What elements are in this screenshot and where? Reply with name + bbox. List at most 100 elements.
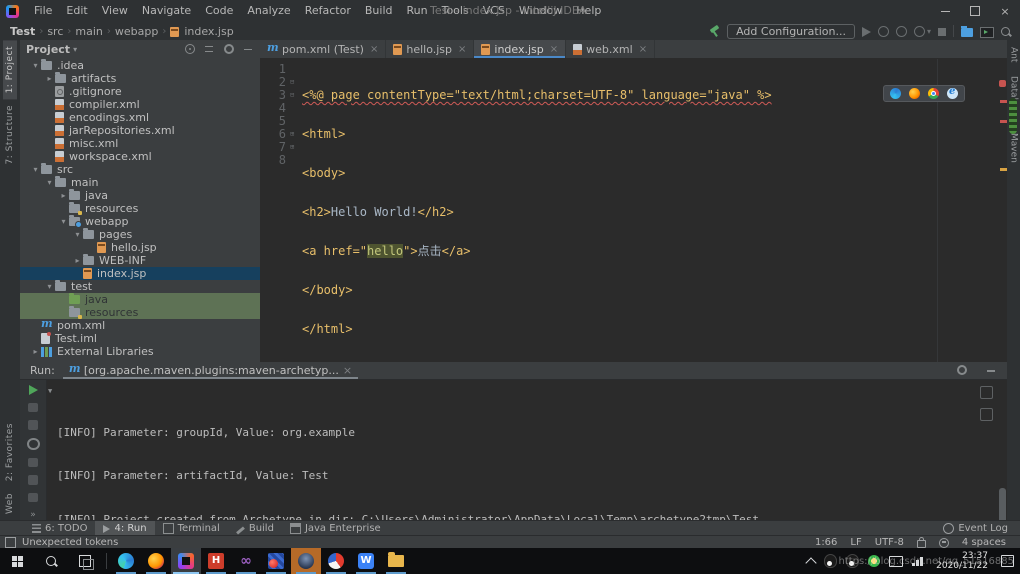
file-encoding[interactable]: UTF-8 bbox=[875, 537, 904, 548]
close-tab-icon[interactable]: × bbox=[639, 44, 647, 55]
tree-item-java[interactable]: ▸ java bbox=[20, 189, 260, 202]
chrome-icon[interactable] bbox=[928, 88, 939, 99]
tool-button-favorites[interactable]: 2: Favorites bbox=[3, 417, 17, 487]
run-anything-icon[interactable] bbox=[980, 26, 994, 38]
menu-navigate[interactable]: Navigate bbox=[135, 0, 198, 22]
warning-mark[interactable] bbox=[1000, 168, 1007, 171]
taskbar-wps[interactable]: W bbox=[351, 548, 381, 574]
taskbar-firefox[interactable] bbox=[141, 548, 171, 574]
tree-item-webapp[interactable]: ▾ webapp bbox=[20, 215, 260, 228]
taskbar-file-explorer[interactable] bbox=[381, 548, 411, 574]
java-enterprise-toolwindow-button[interactable]: Java Enterprise bbox=[282, 521, 389, 536]
expand-arrow[interactable]: ▾ bbox=[58, 217, 69, 226]
expand-arrow[interactable]: ▾ bbox=[30, 165, 41, 174]
tree-item-jarrepositories-xml[interactable]: jarRepositories.xml bbox=[20, 124, 260, 137]
run-button[interactable] bbox=[861, 26, 871, 37]
expand-arrow[interactable]: ▾ bbox=[44, 282, 55, 291]
taskbar-game-app[interactable] bbox=[261, 548, 291, 574]
todo-toolwindow-button[interactable]: 6: TODO bbox=[24, 521, 95, 536]
tab-pom-xml[interactable]: pom.xml (Test)× bbox=[260, 40, 387, 58]
toolwindow-toggle-icon[interactable] bbox=[5, 537, 16, 548]
firefox-icon[interactable] bbox=[909, 88, 920, 99]
tree-item-pom-xml[interactable]: pom.xml bbox=[20, 317, 260, 332]
expand-arrow[interactable]: ▾ bbox=[44, 178, 55, 187]
tree-item-misc-xml[interactable]: misc.xml bbox=[20, 137, 260, 150]
tree-item-index-jsp[interactable]: index.jsp bbox=[20, 267, 260, 280]
expand-arrow[interactable]: ▸ bbox=[30, 347, 41, 356]
tree-item-main[interactable]: ▾ main bbox=[20, 176, 260, 189]
hide-panel-icon[interactable] bbox=[986, 365, 997, 376]
tree-item-external-libraries[interactable]: ▸ External Libraries bbox=[20, 345, 260, 358]
expand-arrow[interactable]: ▸ bbox=[72, 256, 83, 265]
tree-item-gitignore[interactable]: .gitignore bbox=[20, 85, 260, 98]
menu-edit[interactable]: Edit bbox=[59, 0, 94, 22]
breadcrumb-main[interactable]: main bbox=[73, 25, 104, 38]
error-stripe[interactable] bbox=[999, 78, 1007, 362]
error-mark[interactable] bbox=[1000, 120, 1007, 123]
edge-icon[interactable] bbox=[890, 88, 901, 99]
tree-item-artifacts[interactable]: ▸ artifacts bbox=[20, 72, 260, 85]
tool-button-web[interactable]: Web bbox=[3, 487, 17, 520]
taskbar-visual-studio[interactable]: ∞ bbox=[231, 548, 261, 574]
taskbar-edge[interactable] bbox=[111, 548, 141, 574]
close-tab-icon[interactable]: × bbox=[458, 44, 466, 55]
dump-icon[interactable] bbox=[28, 458, 38, 468]
tree-item-src[interactable]: ▾ src bbox=[20, 163, 260, 176]
run-console-output[interactable]: ▼ [INFO] Parameter: groupId, Value: org.… bbox=[47, 380, 1007, 520]
code-editor[interactable]: 1234 5678 ⊟ ⊟ ⊞ ⊞ <%@ page contentType="tex… bbox=[260, 59, 1007, 362]
display-icon[interactable] bbox=[889, 555, 904, 567]
menu-code[interactable]: Code bbox=[198, 0, 240, 22]
tree-item-encodings-xml[interactable]: encodings.xml bbox=[20, 111, 260, 124]
close-tab-icon[interactable]: × bbox=[550, 44, 558, 55]
profiler-button[interactable]: ▾ bbox=[913, 25, 931, 37]
taskbar-avatar-app[interactable] bbox=[291, 548, 321, 574]
task-view-button[interactable] bbox=[68, 548, 102, 574]
event-log-button[interactable]: Event Log bbox=[943, 523, 1020, 534]
breadcrumb-src[interactable]: src bbox=[45, 25, 65, 38]
menu-view[interactable]: View bbox=[95, 0, 135, 22]
expand-arrow[interactable]: ▸ bbox=[58, 191, 69, 200]
restore-layout-icon[interactable] bbox=[28, 475, 38, 485]
search-everywhere-icon[interactable] bbox=[1001, 27, 1010, 36]
menu-file[interactable]: File bbox=[27, 0, 59, 22]
tree-item-hello-jsp[interactable]: hello.jsp bbox=[20, 241, 260, 254]
stop-button[interactable] bbox=[938, 28, 946, 36]
tree-item-idea[interactable]: ▾ .idea bbox=[20, 59, 260, 72]
tool-button-ant[interactable]: Ant bbox=[1008, 40, 1020, 69]
add-configuration-button[interactable]: Add Configuration... bbox=[727, 23, 855, 39]
close-tab-icon[interactable]: × bbox=[370, 44, 378, 55]
more-icon[interactable]: » bbox=[30, 510, 36, 520]
locate-file-icon[interactable] bbox=[185, 44, 195, 54]
line-ending[interactable]: LF bbox=[850, 537, 861, 548]
coverage-button[interactable] bbox=[895, 26, 907, 37]
start-button[interactable] bbox=[0, 548, 34, 574]
menu-build[interactable]: Build bbox=[358, 0, 400, 22]
hide-panel-icon[interactable] bbox=[243, 44, 254, 55]
tree-item-test-resources[interactable]: resources bbox=[20, 306, 260, 319]
taskbar-circle-app[interactable] bbox=[321, 548, 351, 574]
tree-item-test-iml[interactable]: Test.iml bbox=[20, 332, 260, 345]
tree-item-web-inf[interactable]: ▸ WEB-INF bbox=[20, 254, 260, 267]
close-button[interactable]: × bbox=[990, 0, 1020, 22]
console-fold-arrow[interactable]: ▼ bbox=[48, 384, 52, 398]
expand-arrow[interactable]: ▾ bbox=[30, 61, 41, 70]
breadcrumb-index-jsp[interactable]: index.jsp bbox=[182, 25, 235, 38]
fold-markers[interactable]: ⊟ ⊟ ⊞ ⊞ bbox=[290, 63, 298, 167]
maximize-button[interactable] bbox=[960, 0, 990, 22]
project-view-dropdown[interactable]: ▾ bbox=[73, 45, 77, 54]
security-app-icon[interactable] bbox=[868, 555, 881, 567]
run-toolwindow-button[interactable]: 4: Run bbox=[95, 521, 155, 536]
settings-gear-icon[interactable] bbox=[957, 365, 967, 375]
run-console-tab[interactable]: [org.apache.maven.plugins:maven-archetyp… bbox=[63, 362, 358, 379]
menu-analyze[interactable]: Analyze bbox=[240, 0, 297, 22]
debug-rerun-icon[interactable] bbox=[28, 403, 38, 413]
expand-arrow[interactable]: ▾ bbox=[72, 230, 83, 239]
breadcrumb-test[interactable]: Test bbox=[8, 25, 37, 38]
project-structure-icon[interactable] bbox=[961, 25, 973, 37]
tree-item-pages[interactable]: ▾ pages bbox=[20, 228, 260, 241]
taskbar-intellij[interactable] bbox=[171, 548, 201, 574]
debug-button[interactable] bbox=[877, 26, 889, 37]
internet-explorer-icon[interactable] bbox=[947, 86, 958, 99]
qq-icon[interactable] bbox=[824, 554, 838, 568]
tray-expand-icon[interactable] bbox=[805, 556, 817, 569]
